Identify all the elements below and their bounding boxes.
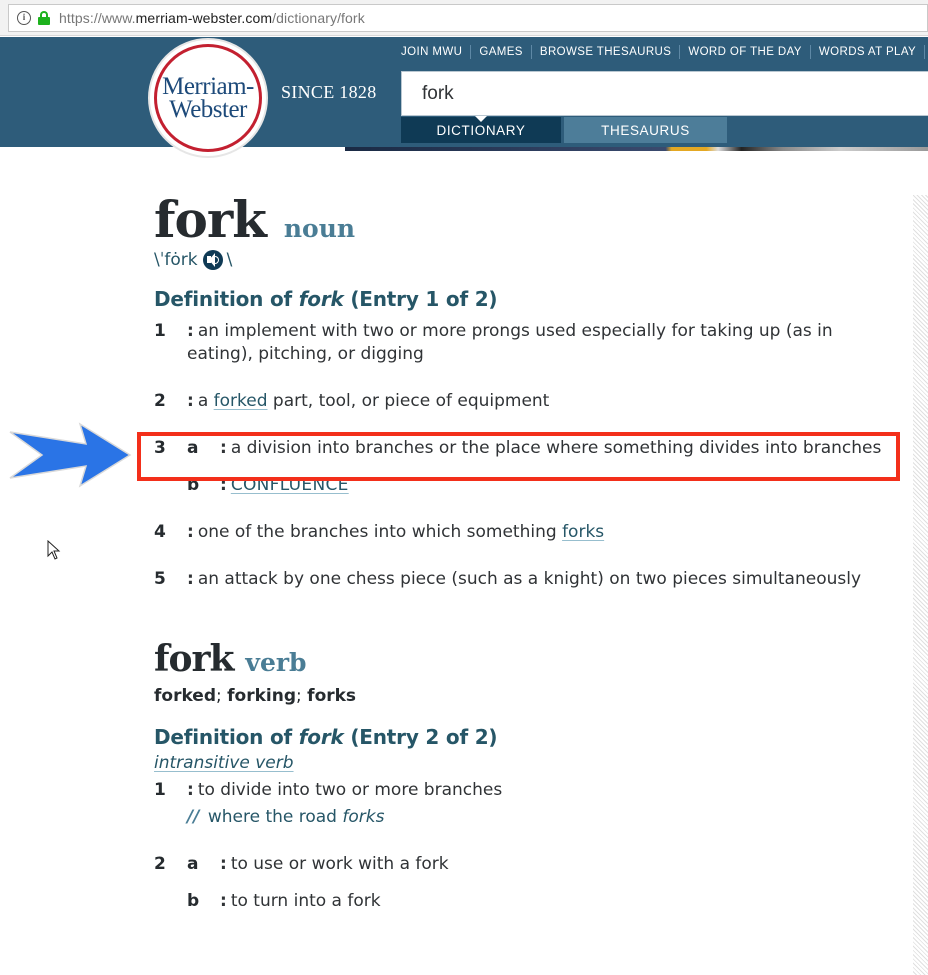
sense-text: : to use or work with a fork xyxy=(220,854,449,874)
link-forks[interactable]: forks xyxy=(562,522,604,542)
sense-number: 2 xyxy=(154,391,166,411)
link-forked[interactable]: forked xyxy=(214,391,268,411)
verb-sense-2a: 2 a : to use or work with a fork xyxy=(154,853,894,876)
sense-number: 1 xyxy=(154,780,166,800)
sense-text: : to turn into a fork xyxy=(220,891,381,911)
sense-text: : one of the branches into which somethin… xyxy=(187,522,605,542)
merriam-webster-logo[interactable]: Merriam- Webster xyxy=(148,38,268,158)
verb-sense-1: 1 : to divide into two or more branches /… xyxy=(154,779,894,829)
audio-speaker-icon[interactable] xyxy=(202,250,223,270)
header-banner-image xyxy=(345,147,928,151)
entry1-header: fork noun xyxy=(154,190,894,249)
inflection: forks xyxy=(307,686,357,706)
url-text[interactable]: https://www.merriam-webster.com/dictiona… xyxy=(59,10,365,26)
sense-1: 1 : an implement with two or more prongs … xyxy=(154,320,894,366)
sense-text: : an attack by one chess piece (such as a… xyxy=(187,569,862,589)
definition-heading-entry1: Definition of fork (Entry 1 of 2) xyxy=(154,287,498,311)
sense-number: 4 xyxy=(154,522,166,542)
pron-delimiter-close: \ xyxy=(226,250,233,270)
tagline: SINCE 1828 xyxy=(281,82,377,102)
sense-number: 1 xyxy=(154,321,166,341)
sense-number: 2 xyxy=(154,854,166,874)
logo-ring: Merriam- Webster xyxy=(154,44,262,152)
sense-text: : an implement with two or more prongs us… xyxy=(187,321,833,364)
search-box xyxy=(401,71,928,116)
url-field[interactable]: i https://www.merriam-webster.com/dictio… xyxy=(8,4,928,32)
nav-games[interactable]: GAMES xyxy=(470,45,531,59)
logo-text-line2: Webster xyxy=(169,96,247,123)
sense-2: 2 :a forked part, tool, or piece of equi… xyxy=(154,390,894,413)
sense-letter: b xyxy=(187,891,200,911)
annotation-arrow-icon xyxy=(9,422,132,488)
nav-word-of-the-day[interactable]: WORD OF THE DAY xyxy=(679,45,810,59)
nav-words-at-play[interactable]: WORDS AT PLAY xyxy=(809,45,924,59)
main-content: fork noun \ ˈfȯrk \ Definition of fork (… xyxy=(154,190,894,913)
sense-5: 5 : an attack by one chess piece (such as… xyxy=(154,568,894,591)
info-icon[interactable]: i xyxy=(17,11,31,25)
headword: fork xyxy=(154,638,234,680)
definition-heading-entry2: Definition of fork (Entry 2 of 2) xyxy=(154,725,498,749)
mouse-cursor-icon xyxy=(47,540,61,560)
right-rail-pattern xyxy=(913,195,928,975)
verb-sense-2b: b : to turn into a fork xyxy=(154,890,894,913)
pronunciation: \ ˈfȯrk \ xyxy=(154,250,894,270)
pronunciation-text: ˈfȯrk xyxy=(159,250,198,270)
part-of-speech-noun[interactable]: noun xyxy=(284,214,355,243)
inflection: forking xyxy=(227,686,297,706)
highlight-box xyxy=(137,432,900,481)
search-input[interactable] xyxy=(402,72,928,115)
logo-text-line1: Merriam- xyxy=(162,73,254,100)
part-of-speech-verb[interactable]: verb xyxy=(245,648,306,677)
search-tabs: DICTIONARY THESAURUS xyxy=(401,116,727,143)
headword: fork xyxy=(154,190,267,249)
nav-join-mwu[interactable]: JOIN MWU xyxy=(393,45,470,59)
nav-truncated-item[interactable]: TI xyxy=(924,45,928,59)
verb-inflections: forked; forking; forks xyxy=(154,686,357,706)
sense-text: :a forked part, tool, or piece of equipm… xyxy=(187,391,550,411)
usage-example: // where the road forks xyxy=(187,807,385,827)
sense-number: 5 xyxy=(154,569,166,589)
top-nav: JOIN MWU GAMES BROWSE THESAURUS WORD OF … xyxy=(393,42,928,62)
lock-icon[interactable] xyxy=(38,11,50,25)
nav-browse-thesaurus[interactable]: BROWSE THESAURUS xyxy=(530,45,679,59)
entry2-header: fork verb xyxy=(154,638,894,680)
browser-address-bar: i https://www.merriam-webster.com/dictio… xyxy=(0,0,928,36)
inflection: forked xyxy=(154,686,217,706)
tab-dictionary[interactable]: DICTIONARY xyxy=(401,116,561,143)
sense-text: : to divide into two or more branches xyxy=(187,780,503,800)
sense-letter: a xyxy=(187,854,199,874)
sense-4: 4 : one of the branches into which someth… xyxy=(154,521,894,544)
link-intransitive-verb[interactable]: intransitive verb xyxy=(154,753,294,773)
tab-thesaurus[interactable]: THESAURUS xyxy=(564,117,727,143)
